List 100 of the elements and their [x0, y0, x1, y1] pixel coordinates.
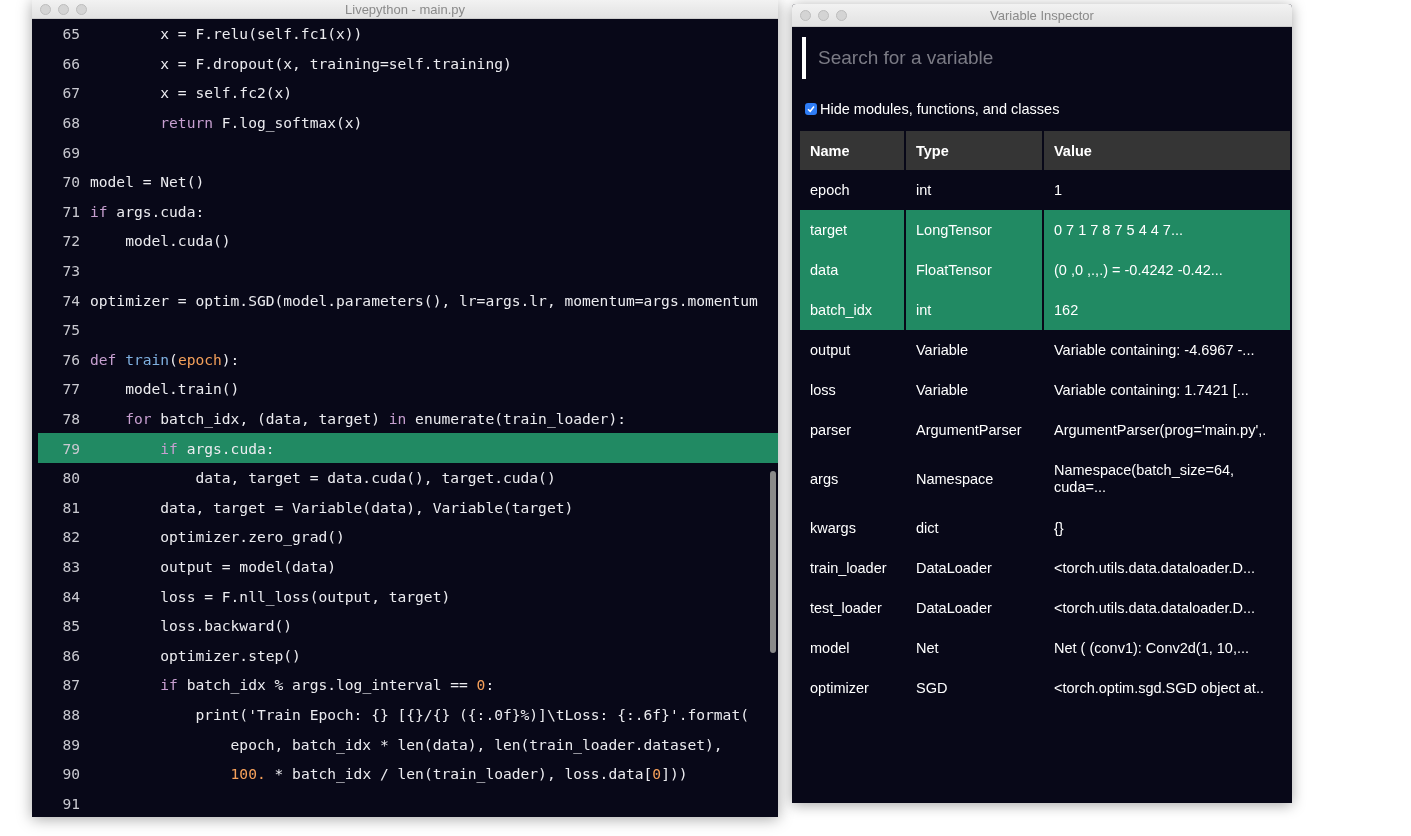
code-line: optimizer.step()	[159, 646, 301, 664]
line-number: 89	[61, 735, 80, 753]
table-cell-text: dict	[915, 519, 940, 538]
code-line: if args.cuda:	[90, 202, 205, 220]
table-cell-text: <torch.utils.data.dataloader.D...	[1053, 559, 1257, 578]
table-cell-text: args	[809, 469, 840, 489]
minimize-icon[interactable]	[58, 3, 69, 15]
table-cell: 0 7 1 7 8 7 5 4 4 7...	[1044, 210, 1290, 250]
line-number: 80	[61, 469, 80, 487]
line-number: 83	[61, 558, 80, 575]
scrollbar-thumb[interactable]	[770, 471, 776, 653]
table-cell-text: <torch.utils.data.dataloader.D...	[1053, 599, 1257, 618]
table-cell: data	[800, 250, 904, 290]
zoom-icon[interactable]	[76, 3, 87, 15]
code-line: loss = F.nll_loss(output, target)	[159, 587, 451, 605]
table-cell-text: epoch	[809, 181, 851, 200]
table-cell-text: ArgumentParser(prog='main.py',.	[1053, 421, 1268, 440]
table-cell-text: output	[809, 341, 852, 360]
table-cell-text: kwargs	[809, 519, 857, 538]
line-number: 91	[61, 794, 80, 812]
table-cell-text: DataLoader	[915, 599, 993, 618]
code-line: 100. * batch_idx / len(train_loader), loss.data[0]))	[229, 765, 688, 783]
minimize-icon[interactable]	[818, 9, 829, 21]
code-line: print('Train Epoch: {} [{}/{} ({:.0f}%)]\tLoss: {:.6f}'.format(	[194, 705, 749, 723]
code-line: model.train()	[124, 380, 240, 398]
code-line: optimizer = optim.SGD(model.parameters(), lr=args.lr, momentum=args.momentum	[90, 291, 758, 309]
code-line: output = model(data)	[159, 558, 336, 575]
table-cell-text: {}	[1053, 519, 1065, 538]
close-icon[interactable]	[40, 3, 51, 15]
code-line: x = self.fc2(x)	[159, 84, 293, 102]
checkbox-label: Hide modules, functions, and classes	[820, 101, 1060, 117]
code-line: if batch_idx % args.log_interval == 0:	[159, 676, 495, 694]
table-cell-text: 1	[1053, 181, 1064, 200]
table-cell-text: Variable containing: -4.6967 -...	[1053, 341, 1256, 360]
line-number: 65	[61, 25, 80, 43]
code-line: epoch, batch_idx * len(data), len(train_loader.dataset),	[229, 735, 723, 753]
line-number: 86	[61, 646, 80, 664]
table-cell-text: Net	[915, 639, 940, 658]
table-cell-text: train_loader	[809, 559, 888, 578]
line-number: 76	[61, 350, 80, 368]
table-cell: (0 ,0 ,.,.) = -0.4242 -0.42...	[1044, 250, 1290, 290]
code-line: data, target = Variable(data), Variable(target)	[159, 498, 574, 516]
column-header: Name	[800, 131, 904, 170]
line-number: 72	[61, 232, 80, 250]
line-number: 79	[61, 439, 80, 457]
table-cell-text: DataLoader	[915, 559, 993, 578]
table-cell-text: Variable	[915, 381, 970, 400]
table-cell: target	[800, 210, 904, 250]
search-field[interactable]: Search for a variable	[802, 37, 1272, 79]
line-number: 77	[61, 380, 80, 398]
code-line: x = F.relu(self.fc1(x))	[159, 25, 363, 43]
code-line: def train(epoch):	[90, 350, 240, 368]
line-number: 69	[61, 143, 80, 161]
table-cell-text: Namespace(batch_size=64, cuda=...	[1053, 461, 1236, 497]
table-cell-text: Namespace	[915, 469, 995, 489]
code-line: x = F.dropout(x, training=self.training)	[159, 54, 512, 72]
table-cell-text: Variable containing: 1.7421 [...	[1053, 381, 1250, 400]
line-number: 70	[61, 173, 80, 191]
code-line: loss.backward()	[159, 617, 293, 635]
table-cell: 162	[1044, 290, 1290, 330]
line-number: 81	[61, 498, 80, 516]
table-cell-text: SGD	[915, 679, 949, 698]
line-number: 90	[61, 765, 80, 783]
line-number: 67	[61, 84, 80, 102]
code-line: if args.cuda:	[159, 439, 275, 457]
table-cell: FloatTensor	[906, 250, 1042, 290]
table-cell-text: parser	[809, 421, 853, 440]
code-line: for batch_idx, (data, target) in enumerate(train_loader):	[124, 410, 626, 427]
code-line: optimizer.zero_grad()	[159, 528, 345, 546]
line-number: 88	[61, 705, 80, 723]
code-line: return F.log_softmax(x)	[159, 114, 363, 132]
code-line: data, target = data.cuda(), target.cuda()	[194, 469, 556, 487]
line-number: 87	[61, 676, 80, 694]
line-number: 78	[61, 410, 80, 427]
table-cell: LongTensor	[906, 210, 1042, 250]
column-header: Type	[906, 131, 1042, 170]
table-cell-text: ArgumentParser	[915, 421, 1023, 440]
zoom-icon[interactable]	[836, 9, 847, 21]
line-number: 85	[61, 617, 80, 635]
table-cell-text: Variable	[915, 341, 970, 360]
checkbox[interactable]	[805, 103, 817, 115]
table-cell-text: loss	[809, 381, 837, 400]
table-cell-text: Net ( (conv1): Conv2d(1, 10,...	[1053, 639, 1251, 658]
window-title: Variable Inspector	[990, 7, 1094, 23]
code-line: model.cuda()	[124, 232, 231, 250]
table-cell-text: model	[809, 639, 851, 658]
column-header: Value	[1044, 131, 1290, 170]
close-icon[interactable]	[800, 9, 811, 21]
line-number: 75	[61, 321, 80, 339]
line-number: 73	[61, 262, 80, 280]
line-number: 66	[61, 54, 80, 72]
table-cell: int	[906, 290, 1042, 330]
table-cell-text: optimizer	[809, 679, 870, 698]
line-number: 71	[61, 202, 80, 220]
line-number: 74	[61, 291, 80, 309]
table-cell-text: int	[915, 181, 933, 200]
table-cell-text: <torch.optim.sgd.SGD object at..	[1053, 679, 1265, 698]
line-number: 82	[61, 528, 80, 546]
line-number: 84	[61, 587, 80, 605]
code-line: model = Net()	[90, 173, 205, 191]
